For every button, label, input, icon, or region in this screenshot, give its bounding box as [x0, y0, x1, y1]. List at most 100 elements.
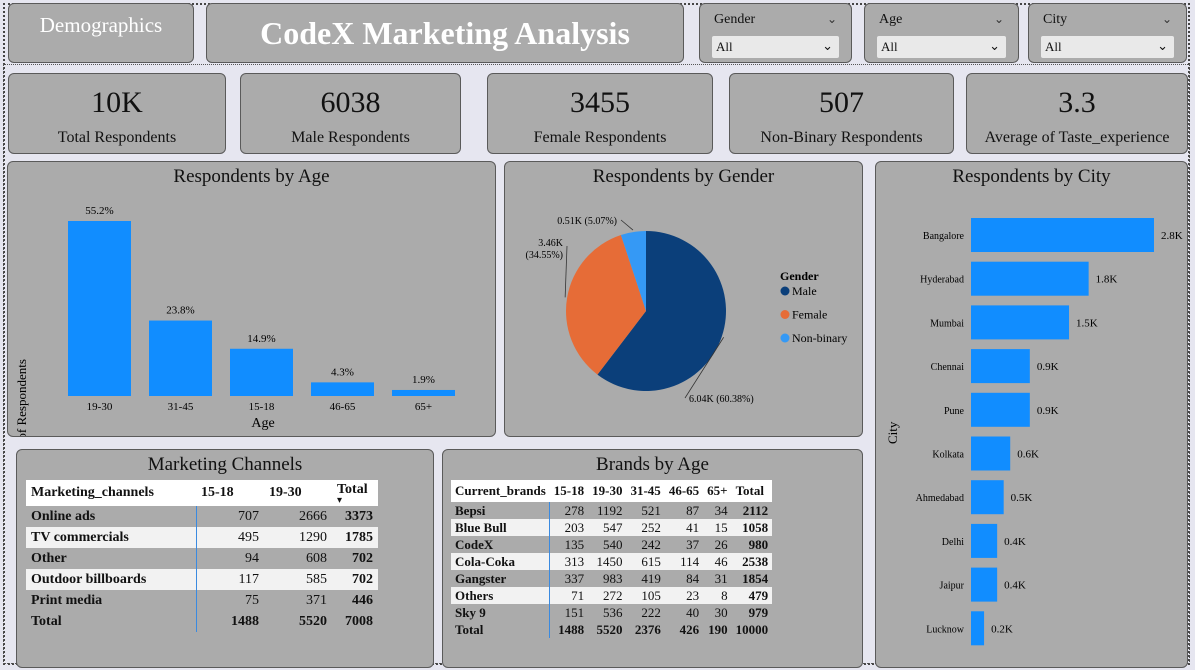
bar[interactable] — [971, 349, 1030, 384]
table-row[interactable]: Other 94 608 702 — [26, 548, 378, 569]
age-slicer[interactable]: Age ⌄ All ⌄ — [864, 3, 1019, 63]
bar[interactable] — [971, 480, 1004, 515]
column-header[interactable]: 19-30 — [588, 480, 627, 502]
column-header[interactable]: 19-30 — [264, 480, 332, 506]
column-header[interactable]: 65+ — [703, 480, 732, 502]
table-row[interactable]: Cola-Coka 313 1450 615 114 46 2538 — [451, 553, 773, 570]
table-cell: 1785 — [345, 529, 373, 545]
city-dropdown[interactable]: All ⌄ — [1041, 36, 1174, 58]
bar[interactable] — [392, 389, 455, 396]
gender-slicer[interactable]: Gender ⌄ All ⌄ — [699, 3, 852, 63]
x-tick-label: 15-18 — [249, 401, 275, 413]
kpi-male-respondents: 6038 Male Respondents — [240, 73, 461, 154]
bar[interactable] — [971, 261, 1089, 296]
chevron-down-icon[interactable]: ⌄ — [994, 12, 1004, 27]
table-total-row[interactable]: Total 1488 5520 7008 — [26, 611, 378, 632]
sort-desc-icon[interactable]: ▾ — [337, 496, 373, 506]
y-tick-label: Bangalore — [923, 231, 965, 242]
chevron-down-icon[interactable]: ⌄ — [827, 12, 837, 27]
table-row[interactable]: CodeX 135 540 242 37 26 980 — [451, 536, 772, 553]
data-label: 2.8K — [1161, 230, 1183, 242]
gender-dropdown-value: All — [716, 39, 733, 54]
bar[interactable] — [311, 382, 374, 396]
table-cell: 87 — [686, 502, 700, 518]
bar[interactable] — [971, 523, 998, 558]
kpi-value: 10K — [91, 86, 143, 119]
table-cell: 983 — [602, 570, 623, 586]
column-header[interactable]: Total — [731, 480, 773, 502]
table-cell: 5520 — [596, 621, 623, 637]
column-header[interactable]: Current_brands — [451, 480, 550, 502]
demographics-button[interactable]: Demographics — [8, 3, 194, 63]
table-row[interactable]: Blue Bull 203 547 252 41 15 1058 — [451, 519, 773, 536]
table-cell: 3373 — [345, 508, 373, 524]
y-tick-label: Jaipur — [940, 581, 965, 592]
gender-dropdown[interactable]: All ⌄ — [712, 36, 839, 58]
bar[interactable] — [971, 218, 1154, 252]
column-header[interactable]: 46-65 — [664, 480, 704, 502]
table-row[interactable]: Online ads 707 2666 3373 — [26, 506, 378, 527]
y-tick-label: Pune — [944, 406, 965, 417]
table-row[interactable]: Others 71 272 105 23 8 479 — [451, 587, 773, 604]
data-label: 0.51K (5.07%) — [557, 216, 617, 227]
bar[interactable] — [149, 320, 212, 396]
table-cell: 278 — [564, 502, 585, 518]
table-cell: 313 — [564, 553, 585, 569]
table-cell: 702 — [352, 550, 373, 566]
table-row[interactable]: Gangster 337 983 419 84 31 1854 — [451, 570, 772, 587]
table-total-row[interactable]: Total 1488 5520 2376 426 190 10000 — [451, 621, 772, 638]
legend-label[interactable]: Female — [792, 308, 827, 322]
kpi-label: Female Respondents — [533, 129, 667, 146]
chevron-down-icon[interactable]: ⌄ — [1162, 12, 1172, 27]
table-cell: 2376 — [634, 621, 661, 637]
table-cell: 272 — [602, 587, 623, 603]
y-axis-label: No. of Respondents — [14, 359, 29, 436]
table-cell: Sky 9 — [451, 604, 551, 621]
bar[interactable] — [971, 305, 1070, 340]
bar[interactable] — [971, 436, 1011, 471]
y-tick-label: Kolkata — [932, 450, 964, 461]
kpi-label: Male Respondents — [291, 129, 410, 146]
legend-label[interactable]: Male — [792, 284, 817, 298]
table-cell: 252 — [641, 519, 661, 535]
table-row[interactable]: Bepsi 278 1192 521 87 34 2112 — [451, 502, 772, 519]
chevron-down-icon: ⌄ — [989, 38, 1000, 53]
bar[interactable] — [230, 348, 293, 396]
table-row[interactable]: Outdoor billboards 117 585 702 — [26, 569, 378, 590]
table-cell: 105 — [641, 587, 661, 603]
table-cell: 41 — [686, 519, 700, 535]
kpi-value: 3455 — [570, 86, 630, 119]
y-tick-label: Lucknow — [926, 624, 965, 635]
demographics-label: Demographics — [39, 12, 163, 37]
column-header[interactable]: 15-18 — [549, 480, 589, 502]
table-cell: Outdoor billboards — [26, 569, 197, 590]
table-row[interactable]: Sky 9 151 536 222 40 30 979 — [451, 604, 772, 621]
column-header[interactable]: Marketing_channels — [26, 480, 196, 506]
table-cell: 2538 — [742, 553, 769, 569]
title-banner: CodeX Marketing Analysis — [206, 3, 684, 63]
column-header[interactable]: Total ▾ — [332, 480, 378, 506]
bar[interactable] — [971, 611, 985, 646]
gender-chart-panel: Respondents by Gender 6.04K (60.38%) 3.46… — [504, 161, 863, 437]
table-row[interactable]: TV commercials 495 1290 1785 — [26, 527, 378, 548]
table-cell: 10000 — [735, 621, 769, 637]
data-label: 0.9K — [1037, 405, 1059, 417]
age-dropdown[interactable]: All ⌄ — [877, 36, 1006, 58]
table-cell: Print media — [26, 590, 197, 611]
bar[interactable] — [68, 221, 131, 396]
leader-line — [564, 245, 568, 298]
column-header[interactable]: 31-45 — [626, 480, 665, 502]
bar[interactable] — [971, 392, 1030, 427]
table-row[interactable]: Print media 75 371 446 — [26, 590, 378, 611]
legend-swatch — [780, 310, 790, 319]
table-cell: 242 — [641, 536, 661, 552]
city-slicer[interactable]: City ⌄ All ⌄ — [1028, 3, 1187, 63]
legend-label[interactable]: Non-binary — [792, 331, 847, 345]
column-header[interactable]: 15-18 — [196, 480, 264, 506]
y-tick-label: Chennai — [931, 362, 965, 373]
marketing-channels-panel: Marketing Channels Marketing_channels 15-… — [16, 449, 434, 668]
table-cell: CodeX — [451, 536, 551, 553]
bar[interactable] — [971, 567, 998, 602]
data-label: 3.46K (34.55%) — [526, 238, 564, 261]
city-bar-chart: City Bangalore 2.8K Hyderabad 1.8K Mumbai 1.5… — [885, 218, 1183, 646]
